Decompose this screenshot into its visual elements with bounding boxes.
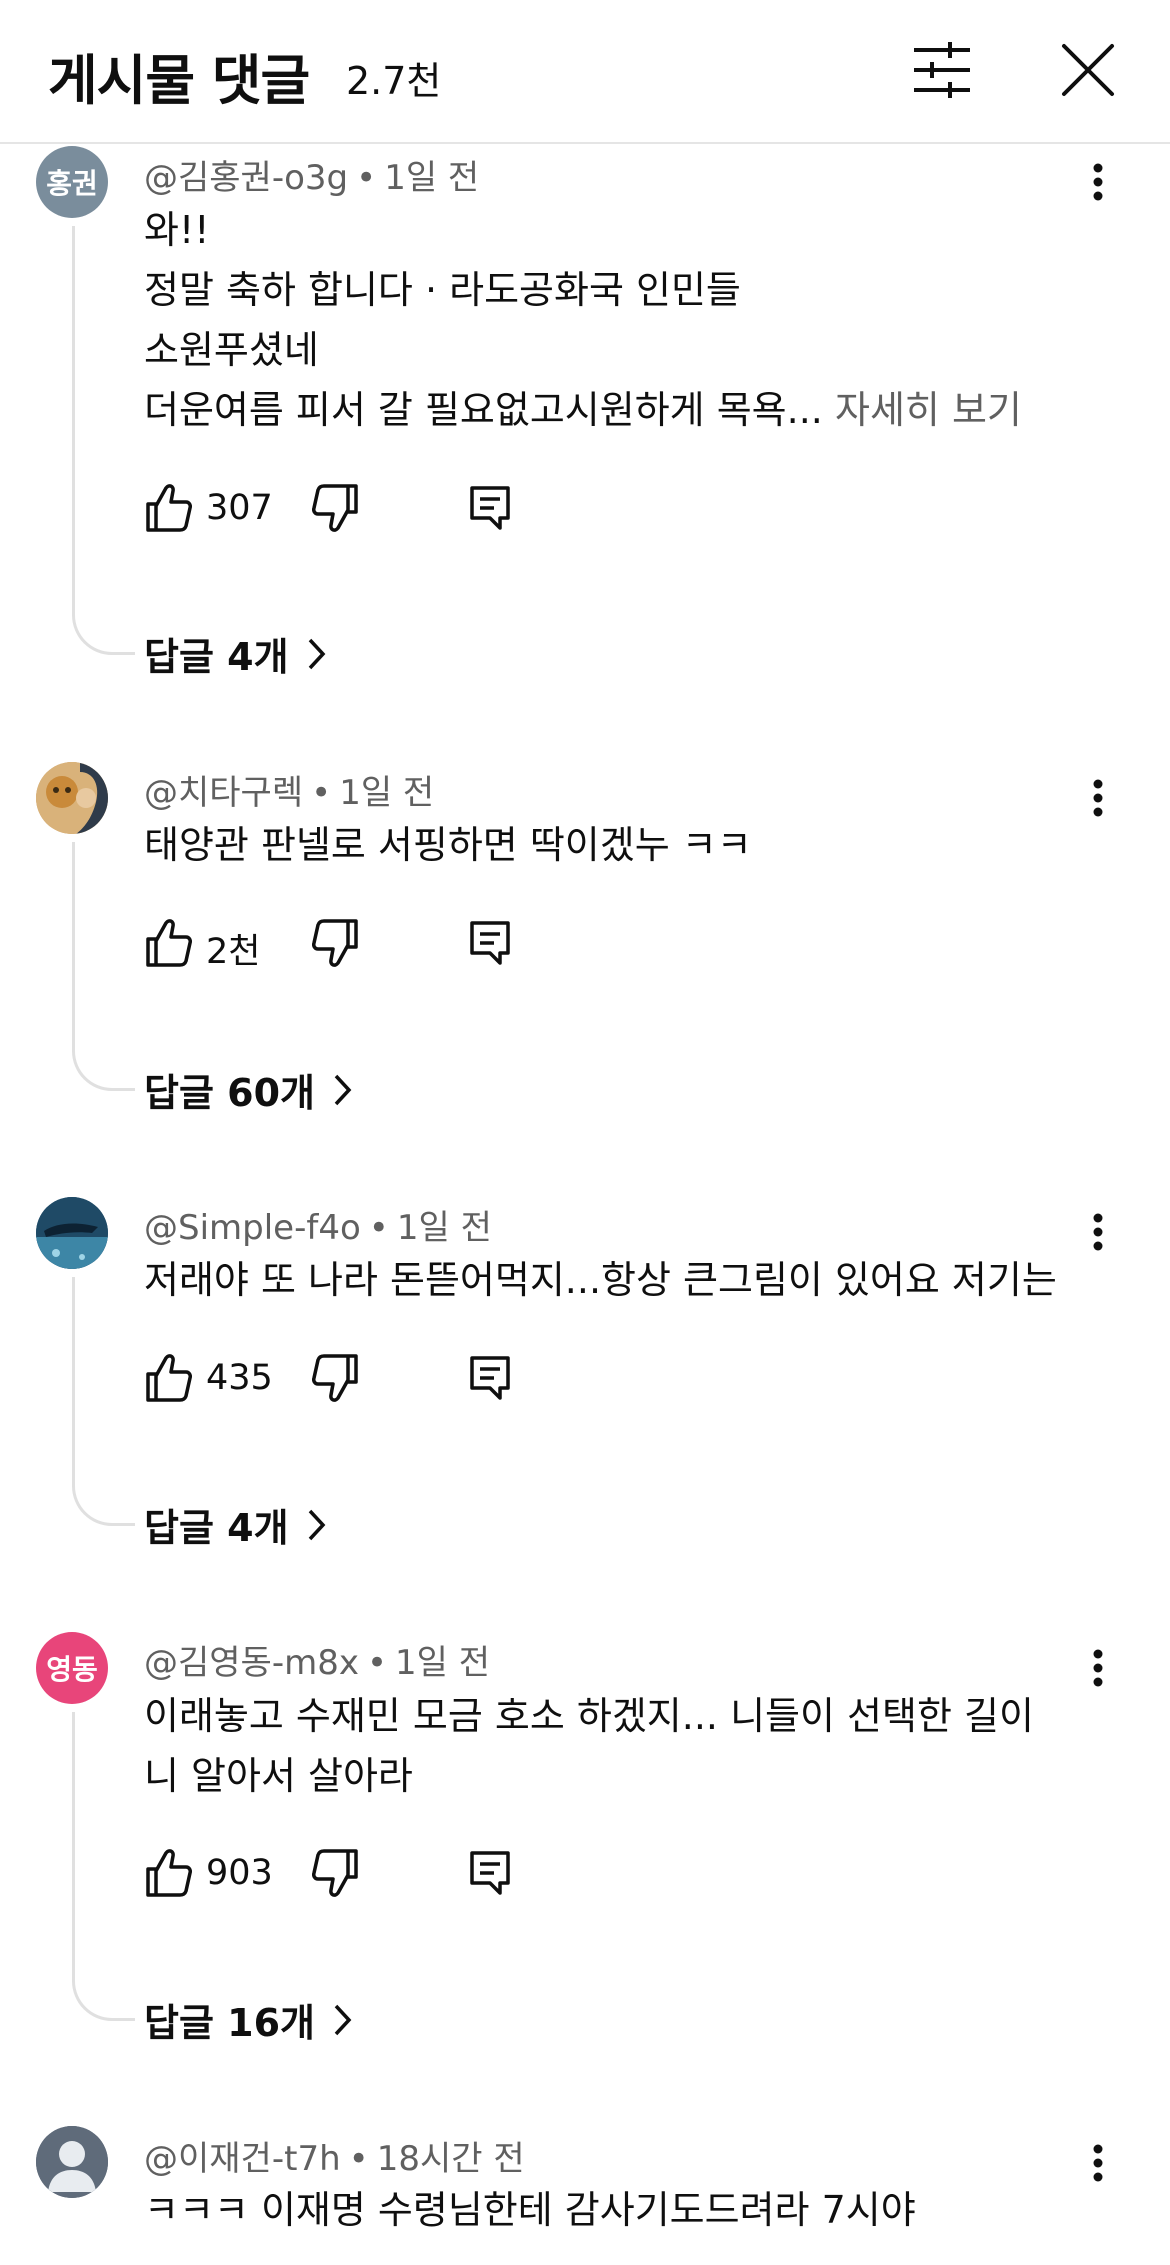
thread-line — [72, 1712, 135, 2021]
avatar[interactable]: 영동 — [36, 1632, 108, 1704]
chevron-right-icon — [334, 2004, 352, 2035]
view-replies-button[interactable]: 답글 4개 — [144, 1497, 327, 1552]
avatar-initials: 홍권 — [46, 167, 98, 200]
comment-time: 1일 전 — [384, 158, 480, 198]
thread-line — [72, 1277, 135, 1526]
like-count: 307 — [206, 488, 273, 528]
comment-time: 1일 전 — [396, 1208, 492, 1248]
view-replies-button[interactable]: 답글 16개 — [144, 1992, 353, 2047]
comment-text: 저래야 또 나라 돈뜯어먹지...항상 큰그림이 있어요 저기는 — [144, 1250, 1057, 1310]
comments-header: 게시물 댓글 2.7천 — [0, 0, 1170, 144]
avatar[interactable] — [36, 2126, 108, 2198]
avatar[interactable]: 홍권 — [36, 146, 108, 218]
header-title: 게시물 댓글 — [48, 49, 310, 112]
comment-time: 1일 전 — [395, 1643, 491, 1683]
like-count: 903 — [206, 1853, 273, 1893]
profile-picture — [36, 1197, 108, 1269]
like-icon[interactable] — [144, 1847, 194, 1901]
like-icon[interactable] — [144, 917, 194, 971]
comment-line: 정말 축하 합니다 · 라도공화국 인민들 — [144, 268, 741, 312]
reply-icon[interactable] — [466, 1352, 516, 1406]
view-replies-button[interactable]: 답글 4개 — [144, 626, 327, 681]
comment-actions: 2천 — [144, 917, 564, 977]
comment-time: 1일 전 — [339, 773, 435, 813]
sort-filter-icon[interactable] — [910, 40, 974, 100]
comment-count: 2.7천 — [346, 59, 442, 103]
like-icon[interactable] — [144, 482, 194, 536]
comment-text: 이래놓고 수재민 모금 호소 하겠지... 니들이 선택한 길이 니 알아서 살… — [144, 1686, 1034, 1806]
more-options-icon[interactable] — [1078, 1636, 1118, 1700]
comment-time: 18시간 전 — [376, 2139, 525, 2179]
thread-line — [72, 842, 135, 1091]
comment-meta: @Simple-f4o • 1일 전 — [144, 1208, 492, 1248]
replies-label: 답글 16개 — [144, 2001, 315, 2045]
replies-label: 답글 60개 — [144, 1071, 315, 1115]
comment-line: ㅋㅋㅋ 이재명 수령님한테 감사기도드려라 7시야 — [144, 2188, 916, 2232]
more-options-icon[interactable] — [1078, 150, 1118, 214]
dislike-icon[interactable] — [312, 1847, 362, 1901]
profile-picture — [36, 762, 108, 834]
thread-line — [72, 226, 135, 655]
avatar-initials: 영동 — [46, 1653, 98, 1686]
comment-line: 저래야 또 나라 돈뜯어먹지...항상 큰그림이 있어요 저기는 — [144, 1258, 1057, 1302]
comment-line: 이래놓고 수재민 모금 호소 하겠지... 니들이 선택한 길이 — [144, 1694, 1034, 1738]
comment-line: 더운여름 피서 갈 필요없고시원하게 목욕... — [144, 388, 823, 432]
comment-text: ㅋㅋㅋ 이재명 수령님한테 감사기도드려라 7시야 — [144, 2180, 916, 2240]
author-name[interactable]: @이재건-t7h — [144, 2139, 341, 2179]
avatar[interactable] — [36, 762, 108, 834]
dislike-icon[interactable] — [312, 1352, 362, 1406]
reply-icon[interactable] — [466, 482, 516, 536]
comment-line: 니 알아서 살아라 — [144, 1754, 413, 1798]
author-name[interactable]: @치타구렉 — [144, 773, 303, 813]
dislike-icon[interactable] — [312, 482, 362, 536]
comment-line: 태양관 판넬로 서핑하면 딱이겠누 ㅋㅋ — [144, 823, 752, 867]
replies-label: 답글 4개 — [144, 1506, 289, 1550]
comment-actions: 307 — [144, 482, 564, 542]
like-icon[interactable] — [144, 1352, 194, 1406]
avatar[interactable] — [36, 1197, 108, 1269]
view-replies-button[interactable]: 답글 60개 — [144, 1062, 353, 1117]
comment-meta: @김영동-m8x • 1일 전 — [144, 1643, 491, 1683]
like-count: 2천 — [206, 932, 261, 972]
comment-line: 소원푸셨네 — [144, 328, 319, 372]
comment-text: 와!! 정말 축하 합니다 · 라도공화국 인민들 소원푸셨네 더운여름 피서 … — [144, 200, 1022, 440]
chevron-right-icon — [308, 638, 325, 669]
like-count: 435 — [206, 1358, 273, 1398]
comment-actions: 435 — [144, 1352, 564, 1412]
comment-line: 와!! — [144, 208, 210, 252]
comment-meta: @이재건-t7h • 18시간 전 — [144, 2139, 525, 2179]
dislike-icon[interactable] — [312, 917, 362, 971]
close-icon[interactable] — [1056, 38, 1120, 102]
default-avatar-icon — [36, 2126, 108, 2198]
more-options-icon[interactable] — [1078, 766, 1118, 830]
author-name[interactable]: @김홍권-o3g — [144, 158, 348, 198]
comment-text: 태양관 판넬로 서핑하면 딱이겠누 ㅋㅋ — [144, 815, 752, 875]
comment-meta: @치타구렉 • 1일 전 — [144, 773, 435, 813]
replies-label: 답글 4개 — [144, 635, 289, 679]
read-more-link[interactable]: 자세히 보기 — [835, 388, 1022, 432]
more-options-icon[interactable] — [1078, 2131, 1118, 2195]
reply-icon[interactable] — [466, 1847, 516, 1901]
author-name[interactable]: @Simple-f4o — [144, 1208, 361, 1248]
author-name[interactable]: @김영동-m8x — [144, 1643, 359, 1683]
chevron-right-icon — [334, 1074, 352, 1105]
comment-meta: @김홍권-o3g • 1일 전 — [144, 158, 480, 198]
more-options-icon[interactable] — [1078, 1200, 1118, 1264]
chevron-right-icon — [308, 1509, 325, 1540]
reply-icon[interactable] — [466, 917, 516, 971]
comment-actions: 903 — [144, 1847, 564, 1907]
